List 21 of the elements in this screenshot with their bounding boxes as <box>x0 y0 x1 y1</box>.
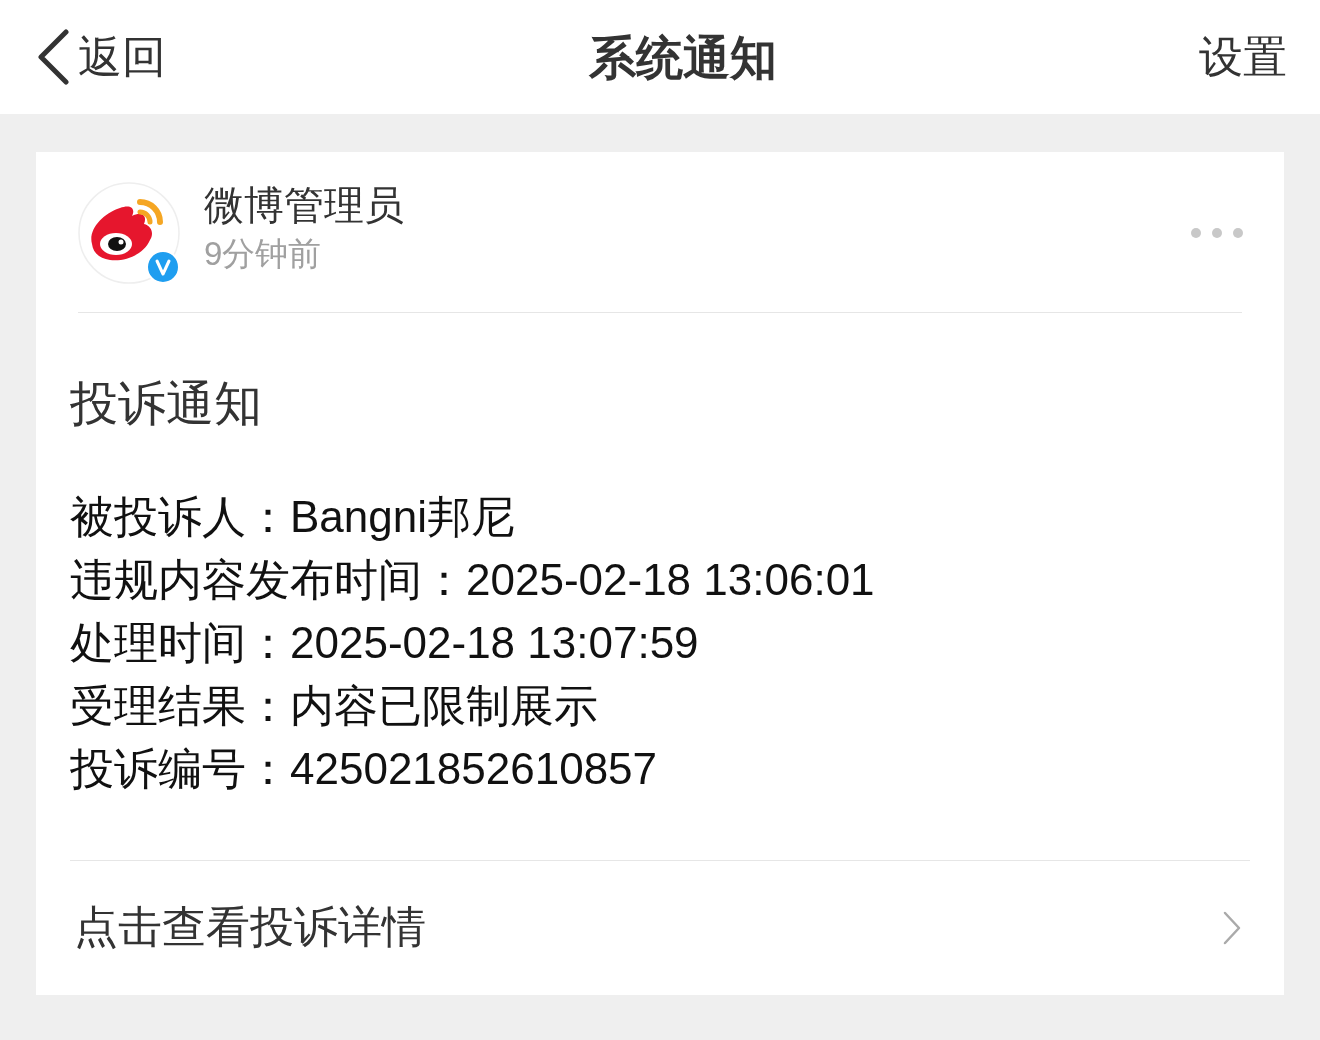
chevron-right-icon <box>1222 909 1242 946</box>
field-label: 处理时间： <box>70 616 290 669</box>
post-time: 9分钟前 <box>204 234 323 274</box>
field-label: 违规内容发布时间： <box>70 553 466 606</box>
back-button[interactable]: 返回 <box>36 29 166 85</box>
sender-name: 微博管理员 <box>204 182 405 228</box>
field-label: 投诉编号： <box>70 742 290 795</box>
eye-logo-avatar-icon <box>78 182 180 284</box>
field-value: 425021852610857 <box>290 742 658 795</box>
field-value: 2025-02-18 13:06:01 <box>466 553 875 606</box>
field-value: 内容已限制展示 <box>290 679 598 732</box>
back-chevron-icon <box>36 29 70 85</box>
more-options-icon[interactable] <box>1190 227 1244 239</box>
page-title: 系统通知 <box>588 33 777 81</box>
settings-button[interactable]: 设置 <box>1199 35 1287 79</box>
field-value: 2025-02-18 13:07:59 <box>290 616 699 669</box>
field-label: 受理结果： <box>70 679 290 732</box>
field-label: 被投诉人： <box>70 490 290 543</box>
complaint-details-link[interactable]: 点击查看投诉详情 <box>36 860 1284 995</box>
field-value: Bangni邦尼 <box>290 490 515 543</box>
notice-title: 投诉通知 <box>70 376 263 432</box>
